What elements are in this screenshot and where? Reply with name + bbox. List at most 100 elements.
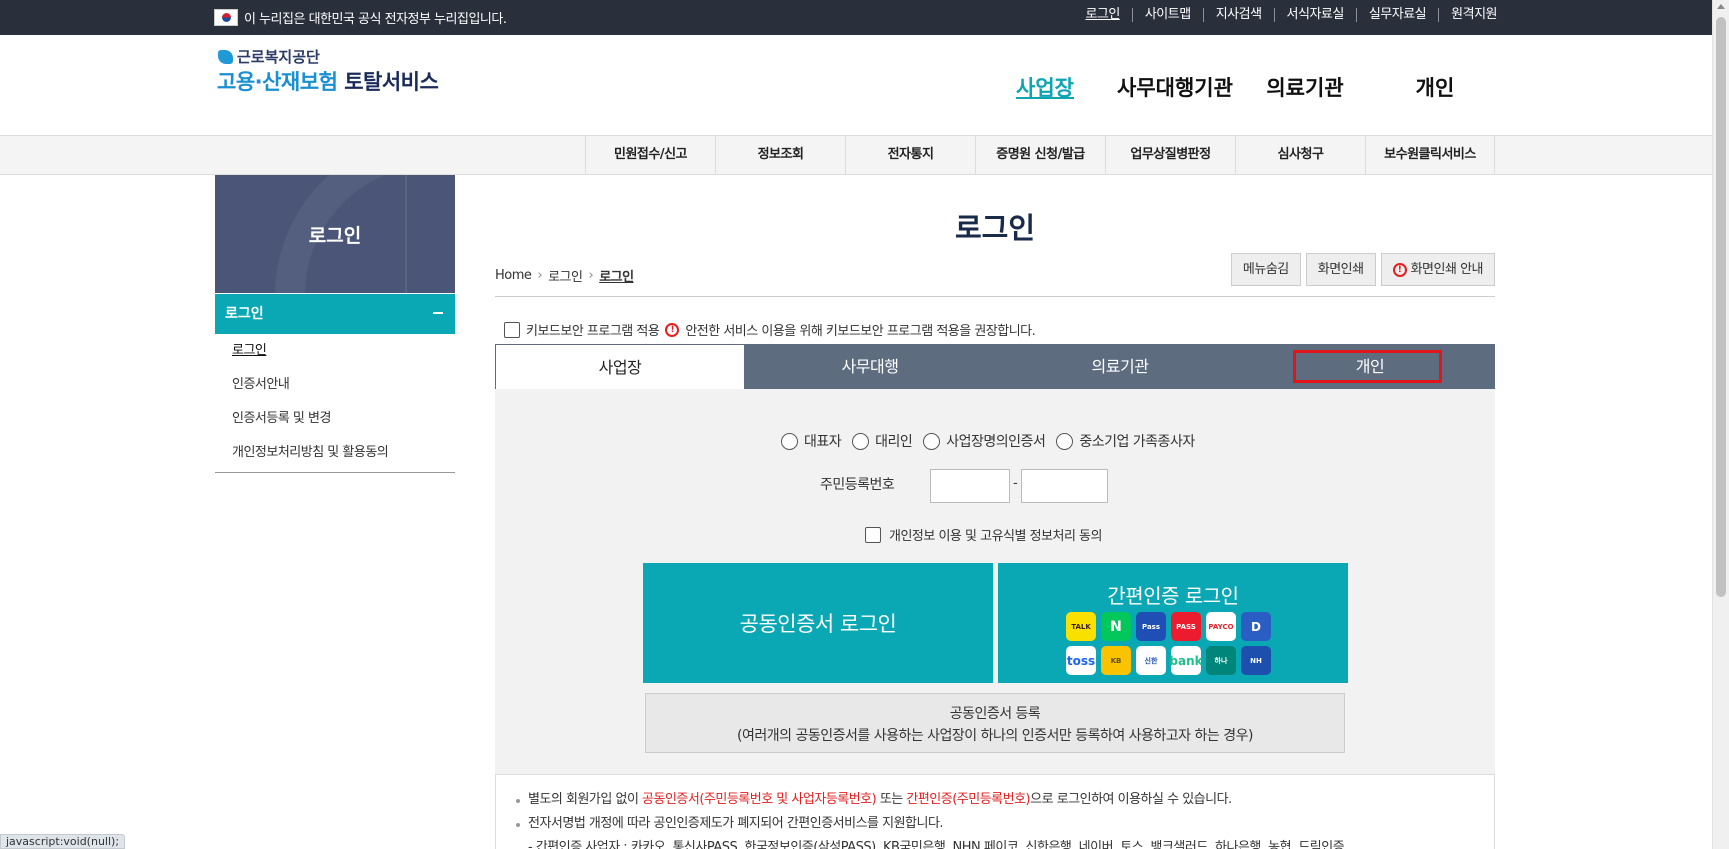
radio-circle[interactable] xyxy=(781,432,798,450)
top-bar: 이 누리집은 대한민국 공식 전자정부 누리집입니다. 로그인 사이트맵 지사검… xyxy=(0,0,1712,35)
sub-nav-items: 민원접수/신고 정보조회 전자통지 증명원 신청/발급 업무상질병판정 심사청구… xyxy=(585,136,1495,174)
nh-bank-icon: NH xyxy=(1241,646,1271,675)
cert-register-button[interactable]: 공동인증서 등록 (여러개의 공동인증서를 사용하는 사업장이 하나의 인증서만… xyxy=(645,693,1345,753)
notice-text: 또는 xyxy=(876,792,907,807)
radio-proxy[interactable]: 대리인 xyxy=(852,431,913,451)
page: 이 누리집은 대한민국 공식 전자정부 누리집입니다. 로그인 사이트맵 지사검… xyxy=(0,0,1729,849)
logo-agency[interactable]: 근로복지공단 xyxy=(218,46,320,67)
ssn-front-input[interactable] xyxy=(930,469,1010,503)
sub-nav-civil-complaint[interactable]: 민원접수/신고 xyxy=(585,136,715,174)
notice-subitem: - 간편인증 사업자 : 카카오, 통신사PASS, 한국정보인증(삼성PASS… xyxy=(528,840,1345,849)
kakao-talk-icon: TALK xyxy=(1066,612,1096,641)
tab-agency[interactable]: 사무대행 xyxy=(745,344,995,389)
tab-medical[interactable]: 의료기관 xyxy=(995,344,1245,389)
tab-business[interactable]: 사업장 xyxy=(495,344,745,389)
breadcrumb-home[interactable]: Home xyxy=(495,268,532,283)
breadcrumb-current[interactable]: 로그인 xyxy=(599,266,634,285)
keyboard-security: 키보드보안 프로그램 적용 ! 안전한 서비스 이용을 위해 키보드보안 프로그… xyxy=(504,320,1036,339)
privacy-consent-checkbox[interactable] xyxy=(865,526,881,543)
radio-circle[interactable] xyxy=(923,432,941,450)
sidebar-title-text: 로그인 xyxy=(308,224,362,247)
breadcrumb: Home › 로그인 › 로그인 xyxy=(495,266,634,285)
sidebar-item-privacy-policy[interactable]: 개인정보처리방침 및 활용동의 xyxy=(215,436,455,470)
main-nav-business[interactable]: 사업장 xyxy=(980,72,1110,102)
radio-circle[interactable] xyxy=(1056,432,1074,450)
cert-register-desc: (여러개의 공동인증서를 사용하는 사업장이 하나의 인증서만 등록하여 사용하… xyxy=(737,728,1253,744)
login-notice: 별도의 회원가입 없이 공동인증서(주민등록번호 및 사업자등록번호) 또는 간… xyxy=(495,774,1495,849)
logo-agency-text: 근로복지공단 xyxy=(237,48,320,66)
radio-representative[interactable]: 대표자 xyxy=(781,431,842,451)
ssn-back-input[interactable] xyxy=(1021,469,1108,503)
top-links: 로그인 사이트맵 지사검색 서식자료실 실무자료실 원격지원 xyxy=(1073,8,1497,22)
naver-icon: N xyxy=(1101,612,1131,641)
top-link-forms[interactable]: 서식자료실 xyxy=(1275,8,1357,22)
main-nav-individual[interactable]: 개인 xyxy=(1370,72,1500,102)
ssn-label: 주민등록번호 xyxy=(820,477,895,493)
notice-highlight: 간편인증(주민등록번호) xyxy=(906,792,1031,807)
sidebar-list: 로그인 인증서안내 인증서등록 및 변경 개인정보처리방침 및 활용동의 xyxy=(215,334,455,473)
keyboard-security-checkbox[interactable] xyxy=(504,321,520,338)
sub-nav-certificate[interactable]: 증명원 신청/발급 xyxy=(975,136,1105,174)
top-link-sitemap[interactable]: 사이트맵 xyxy=(1133,8,1204,22)
scrollbar-thumb[interactable] xyxy=(1716,17,1726,597)
logo-service[interactable]: 고용·산재보험 토탈서비스 xyxy=(217,66,439,96)
sidebar-item-cert-register[interactable]: 인증서등록 및 변경 xyxy=(215,402,455,436)
keyboard-security-notice: 안전한 서비스 이용을 위해 키보드보안 프로그램 적용을 권장합니다. xyxy=(685,324,1036,339)
top-link-practice-materials[interactable]: 실무자료실 xyxy=(1357,8,1440,22)
samsung-pass-icon: Pass xyxy=(1136,612,1166,641)
alert-icon: ! xyxy=(1392,262,1407,277)
simple-auth-icons: TALK N Pass PASS PAYCO D toss KB 신한 bank… xyxy=(1066,612,1286,675)
login-type-tabs: 사업장 사무대행 의료기관 개인 xyxy=(495,344,1495,389)
main-nav-agency[interactable]: 사무대행기관 xyxy=(1110,72,1240,102)
logo-blue-text: 고용·산재보험 xyxy=(217,70,338,94)
simple-auth-login-button[interactable]: 간편인증 로그인 TALK N Pass PASS PAYCO D toss K… xyxy=(998,563,1348,683)
sub-nav-e-notice[interactable]: 전자통지 xyxy=(845,136,975,174)
header: 근로복지공단 고용·산재보험 토탈서비스 사업장 사무대행기관 의료기관 개인 xyxy=(0,35,1712,135)
print-guide-button[interactable]: ! 화면인쇄 안내 xyxy=(1380,253,1495,286)
pass-icon: PASS xyxy=(1171,612,1201,641)
sidebar-item-cert-guide[interactable]: 인증서안내 xyxy=(215,368,455,402)
sidebar-category-label: 로그인 xyxy=(225,306,264,322)
print-guide-label: 화면인쇄 안내 xyxy=(1410,262,1484,277)
top-link-remote-support[interactable]: 원격지원 xyxy=(1439,8,1497,22)
main-nav-medical[interactable]: 의료기관 xyxy=(1240,72,1370,102)
top-link-login[interactable]: 로그인 xyxy=(1073,8,1133,22)
notice-item: 전자서명법 개정에 따라 공인인증제도가 폐지되어 간편인증서비스를 지원합니다… xyxy=(516,812,1494,836)
divider xyxy=(495,296,1495,297)
sub-nav: 민원접수/신고 정보조회 전자통지 증명원 신청/발급 업무상질병판정 심사청구… xyxy=(0,135,1712,175)
hide-menu-button[interactable]: 메뉴숨김 xyxy=(1230,253,1301,286)
sidebar-category[interactable]: 로그인 xyxy=(215,294,455,334)
sub-nav-review-request[interactable]: 심사청구 xyxy=(1235,136,1365,174)
top-link-branch-search[interactable]: 지사검색 xyxy=(1204,8,1275,22)
ssn-dash: - xyxy=(1013,476,1018,491)
collapse-icon[interactable] xyxy=(433,312,443,314)
dream-cert-icon: D xyxy=(1241,612,1271,641)
print-button[interactable]: 화면인쇄 xyxy=(1305,253,1376,286)
sub-nav-info-lookup[interactable]: 정보조회 xyxy=(715,136,845,174)
radio-family-worker-label: 중소기업 가족종사자 xyxy=(1079,434,1195,450)
vertical-scrollbar[interactable] xyxy=(1712,0,1729,849)
gov-notice-text: 이 누리집은 대한민국 공식 전자정부 누리집입니다. xyxy=(244,12,507,27)
privacy-consent: 개인정보 이용 및 고유식별 정보처리 동의 xyxy=(865,525,1102,544)
sub-nav-wage-one-click[interactable]: 보수원클릭서비스 xyxy=(1365,136,1495,174)
comwel-logo-icon xyxy=(218,49,233,64)
radio-family-worker[interactable]: 중소기업 가족종사자 xyxy=(1056,431,1195,451)
simple-auth-label: 간편인증 로그인 xyxy=(1107,584,1239,608)
sidebar-item-login[interactable]: 로그인 xyxy=(215,334,455,368)
chevron-right-icon: › xyxy=(588,268,594,283)
radio-proxy-label: 대리인 xyxy=(875,434,913,450)
scroll-up-arrow-icon[interactable] xyxy=(1717,4,1725,9)
breadcrumb-level-1[interactable]: 로그인 xyxy=(548,266,583,285)
sub-nav-disease-judgment[interactable]: 업무상질병판정 xyxy=(1105,136,1235,174)
kb-bank-icon: KB xyxy=(1101,646,1131,675)
radio-circle[interactable] xyxy=(852,432,870,450)
alert-icon: ! xyxy=(665,322,680,337)
cert-register-title: 공동인증서 등록 xyxy=(949,706,1041,722)
cert-login-button[interactable]: 공동인증서 로그인 xyxy=(643,563,993,683)
sidebar-title: 로그인 xyxy=(215,175,455,293)
login-role-radios: 대표자 대리인 사업장명의인증서 중소기업 가족종사자 xyxy=(781,431,1199,451)
payco-icon: PAYCO xyxy=(1206,612,1236,641)
radio-representative-label: 대표자 xyxy=(804,434,842,450)
radio-business-cert[interactable]: 사업장명의인증서 xyxy=(923,431,1046,451)
tab-individual[interactable]: 개인 xyxy=(1245,344,1495,389)
